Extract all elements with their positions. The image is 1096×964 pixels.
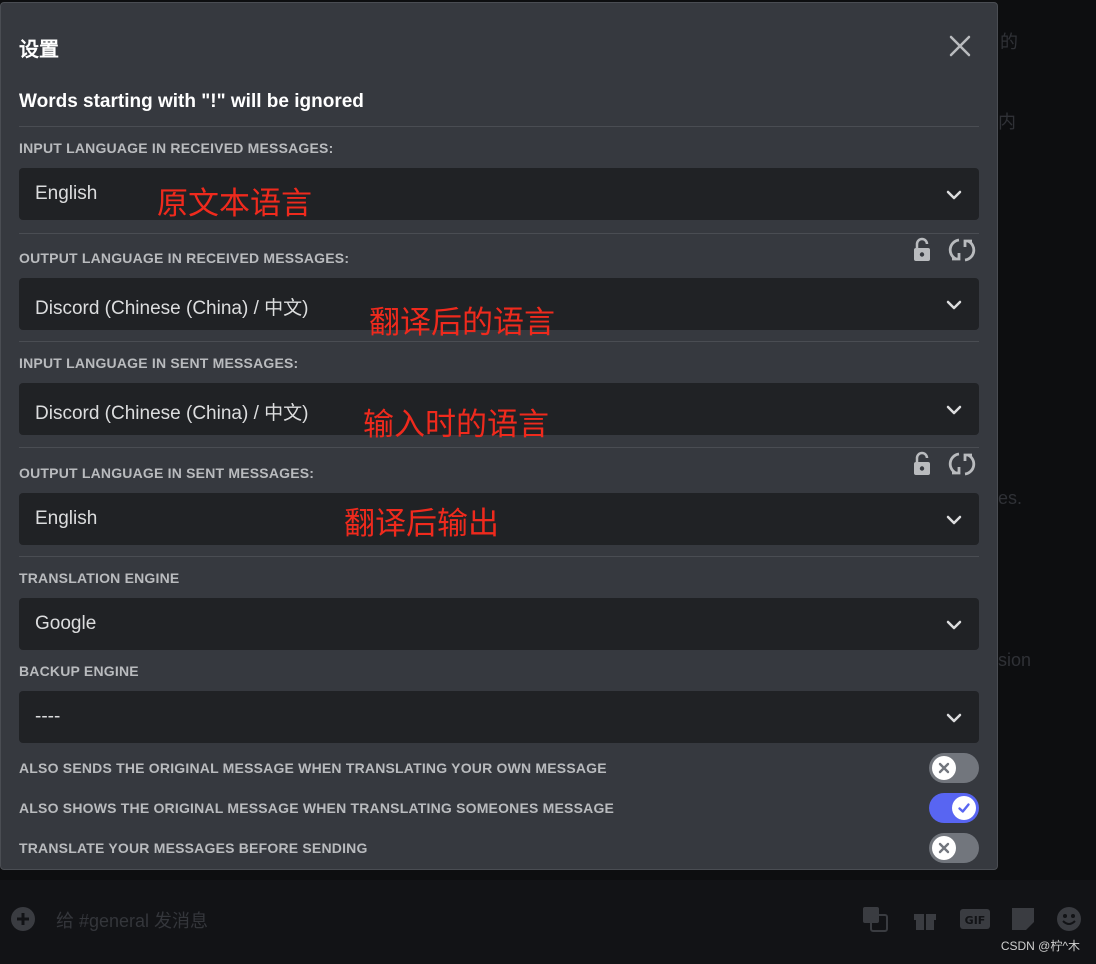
toggle-knob	[932, 756, 956, 780]
select-value: English	[35, 183, 98, 204]
check-icon	[958, 803, 970, 813]
lock-icon	[914, 237, 930, 261]
toggle-knob	[952, 796, 976, 820]
toggle-label-send-original: ALSO SENDS THE ORIGINAL MESSAGE WHEN TRA…	[19, 760, 607, 776]
divider	[19, 126, 979, 127]
field-label-input-sent: INPUT LANGUAGE IN SENT MESSAGES:	[19, 355, 299, 371]
x-icon	[938, 842, 950, 854]
divider	[19, 556, 979, 557]
field-label-output-sent: OUTPUT LANGUAGE IN SENT MESSAGES:	[19, 465, 315, 481]
settings-modal: 设置 Words starting with "!" will be ignor…	[0, 2, 998, 870]
bg-fragment: 内	[998, 112, 1016, 132]
gift-icon[interactable]	[912, 906, 938, 938]
select-value: Discord (Chinese (China) / 中文)	[35, 298, 309, 319]
lock-button[interactable]	[907, 449, 937, 479]
chat-input-placeholder[interactable]: 给 #general 发消息	[56, 907, 208, 933]
select-value: Google	[35, 613, 97, 634]
divider	[19, 447, 979, 448]
annotation-translated-output: 翻译后输出	[344, 506, 499, 542]
gif-icon[interactable]: GIF	[960, 906, 990, 938]
toggle-show-original[interactable]	[929, 793, 979, 823]
gif-label: GIF	[965, 914, 986, 927]
chevron-down-icon	[943, 509, 965, 531]
select-value: ----	[35, 706, 61, 727]
add-icon[interactable]	[10, 906, 36, 938]
swap-icon	[948, 238, 976, 262]
modal-title: 设置	[19, 39, 59, 61]
annotation-translated-language: 翻译后的语言	[369, 305, 555, 341]
sticker-icon[interactable]	[1010, 906, 1036, 938]
lock-icon	[914, 451, 930, 475]
field-label-output-received: OUTPUT LANGUAGE IN RECEIVED MESSAGES:	[19, 250, 350, 266]
divider	[19, 233, 979, 234]
chevron-down-icon	[943, 399, 965, 421]
close-button[interactable]	[943, 29, 977, 63]
ignore-notice: Words starting with "!" will be ignored	[19, 91, 364, 112]
toggle-label-translate-before-sending: TRANSLATE YOUR MESSAGES BEFORE SENDING	[19, 840, 368, 856]
select-backup-engine[interactable]: ----	[19, 691, 979, 743]
divider	[19, 341, 979, 342]
swap-button[interactable]	[947, 449, 977, 479]
field-label-input-received: INPUT LANGUAGE IN RECEIVED MESSAGES:	[19, 140, 334, 156]
select-value: English	[35, 508, 98, 529]
select-value: Discord (Chinese (China) / 中文)	[35, 403, 309, 424]
bg-fragment: 的	[1000, 32, 1018, 52]
toggle-send-original[interactable]	[929, 753, 979, 783]
chevron-down-icon	[943, 707, 965, 729]
chevron-down-icon	[943, 294, 965, 316]
x-icon	[938, 762, 950, 774]
chevron-down-icon	[943, 184, 965, 206]
select-translation-engine[interactable]: Google	[19, 598, 979, 650]
emoji-icon[interactable]	[1056, 906, 1082, 938]
chevron-down-icon	[943, 614, 965, 636]
close-icon	[949, 35, 971, 57]
lock-button[interactable]	[907, 235, 937, 265]
toggle-knob	[932, 836, 956, 860]
bg-fragment: sion	[998, 650, 1032, 670]
select-output-sent[interactable]: English	[19, 493, 979, 545]
toggle-translate-before-sending[interactable]	[929, 833, 979, 863]
translate-icon[interactable]	[862, 906, 888, 938]
annotation-source-language: 原文本语言	[157, 186, 312, 222]
watermark: CSDN @柠^木	[1000, 939, 1080, 953]
bg-fragment: es.	[998, 488, 1023, 508]
field-label-translation-engine: TRANSLATION ENGINE	[19, 570, 180, 586]
swap-icon	[948, 452, 976, 476]
toggle-label-show-original: ALSO SHOWS THE ORIGINAL MESSAGE WHEN TRA…	[19, 800, 615, 816]
swap-button[interactable]	[947, 235, 977, 265]
field-label-backup-engine: BACKUP ENGINE	[19, 663, 139, 679]
annotation-input-language: 输入时的语言	[363, 407, 549, 443]
